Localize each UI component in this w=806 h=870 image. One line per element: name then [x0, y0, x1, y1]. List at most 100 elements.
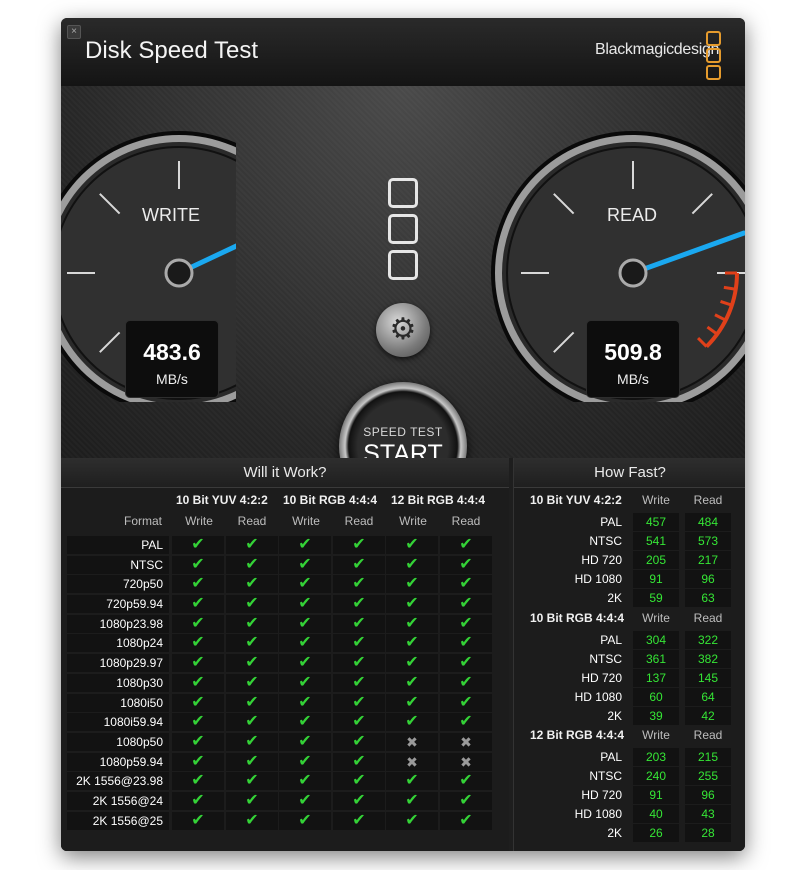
checkmark-icon: ✔ — [440, 595, 492, 614]
checkmark-icon: ✔ — [386, 673, 438, 692]
checkmark-icon: ✔ — [279, 595, 331, 614]
table-row: 1080p29.97 ✔ ✔ ✔ ✔ ✔ ✔ — [67, 653, 493, 673]
checkmark-icon: ✔ — [172, 791, 224, 810]
redline-tick — [723, 285, 736, 291]
hf-write-value: 91 — [633, 786, 679, 804]
hf-write-value: 203 — [633, 748, 679, 766]
write-readout: 483.6 MB/s — [125, 320, 219, 398]
write-speed-value: 483.6 — [143, 339, 201, 365]
ww-group-header: 10 Bit RGB 4:4:4 — [283, 493, 378, 507]
cross-icon: ✖ — [386, 752, 438, 771]
hf-read-value: 382 — [685, 650, 731, 668]
checkmark-icon: ✔ — [440, 791, 492, 810]
checkmark-icon: ✔ — [172, 595, 224, 614]
table-row: 1080p59.94 ✔ ✔ ✔ ✔ ✖ ✖ — [67, 752, 493, 772]
table-row: 720p50 ✔ ✔ ✔ ✔ ✔ ✔ — [67, 574, 493, 594]
checkmark-icon: ✔ — [226, 673, 278, 692]
checkmark-icon: ✔ — [386, 654, 438, 673]
ww-subheader: Read — [344, 514, 374, 528]
format-label: PAL — [67, 536, 169, 554]
checkmark-icon: ✔ — [226, 772, 278, 791]
hf-row-label: NTSC — [589, 769, 622, 783]
gauge-panel: WRITE 483.6 MB/s ⚙ SPEED TEST START READ… — [61, 86, 745, 510]
checkmark-icon: ✔ — [333, 614, 385, 633]
how-fast-header: How Fast? — [514, 458, 745, 488]
checkmark-icon: ✔ — [172, 673, 224, 692]
start-button-caption: SPEED TEST — [363, 425, 443, 439]
checkmark-icon: ✔ — [440, 693, 492, 712]
checkmark-icon: ✔ — [226, 634, 278, 653]
table-row: 2K 1556@23.98 ✔ ✔ ✔ ✔ ✔ ✔ — [67, 771, 493, 791]
table-row: 2K 1556@25 ✔ ✔ ✔ ✔ ✔ ✔ — [67, 811, 493, 831]
app-window: × Disk Speed Test Blackmagicdesign WRITE… — [61, 18, 745, 851]
checkmark-icon: ✔ — [333, 791, 385, 810]
ww-format-header: Format — [124, 514, 163, 528]
format-label: 1080p59.94 — [67, 752, 169, 771]
checkmark-icon: ✔ — [386, 555, 438, 574]
checkmark-icon: ✔ — [279, 752, 331, 771]
hf-write-value: 304 — [633, 631, 679, 649]
checkmark-icon: ✔ — [333, 536, 385, 554]
checkmark-icon: ✔ — [172, 634, 224, 653]
hf-read-value: 64 — [685, 688, 731, 706]
checkmark-icon: ✔ — [279, 614, 331, 633]
format-label: 1080p50 — [67, 732, 169, 751]
checkmark-icon: ✔ — [279, 673, 331, 692]
checkmark-icon: ✔ — [226, 614, 278, 633]
checkmark-icon: ✔ — [440, 713, 492, 732]
write-gauge-label: WRITE — [142, 205, 200, 225]
checkmark-icon: ✔ — [279, 536, 331, 554]
checkmark-icon: ✔ — [172, 732, 224, 751]
gauge-hub — [164, 258, 194, 288]
hf-row-label: HD 1080 — [574, 807, 622, 821]
hf-row-label: 2K — [607, 591, 622, 605]
hf-write-value: 361 — [633, 650, 679, 668]
checkmark-icon: ✔ — [440, 536, 492, 554]
checkmark-icon: ✔ — [279, 555, 331, 574]
settings-button[interactable]: ⚙ — [376, 303, 430, 357]
hf-read-value: 145 — [685, 669, 731, 687]
ww-subheader: Read — [237, 514, 267, 528]
format-label: 2K 1556@25 — [67, 811, 169, 830]
hf-row-label: PAL — [600, 515, 622, 529]
hf-write-value: 40 — [633, 805, 679, 823]
checkmark-icon: ✔ — [226, 595, 278, 614]
checkmark-icon: ✔ — [386, 772, 438, 791]
checkmark-icon: ✔ — [386, 575, 438, 594]
hf-read-value: 43 — [685, 805, 731, 823]
checkmark-icon: ✔ — [333, 673, 385, 692]
checkmark-icon: ✔ — [172, 752, 224, 771]
hf-read-value: 63 — [685, 589, 731, 607]
hf-write-value: 91 — [633, 570, 679, 588]
checkmark-icon: ✔ — [333, 811, 385, 830]
hf-column-header: Write — [642, 728, 670, 742]
checkmark-icon: ✔ — [440, 673, 492, 692]
checkmark-icon: ✔ — [172, 713, 224, 732]
hf-write-value: 26 — [633, 824, 679, 842]
hf-row-label: NTSC — [589, 534, 622, 548]
hf-column-header: Read — [693, 611, 723, 625]
format-label: 1080p23.98 — [67, 614, 169, 633]
checkmark-icon: ✔ — [226, 791, 278, 810]
checkmark-icon: ✔ — [333, 752, 385, 771]
hf-row-label: 2K — [607, 826, 622, 840]
checkmark-icon: ✔ — [226, 713, 278, 732]
ww-subheader: Write — [399, 514, 427, 528]
hf-row-label: HD 720 — [581, 553, 622, 567]
hf-read-value: 215 — [685, 748, 731, 766]
table-row: PAL ✔ ✔ ✔ ✔ ✔ ✔ — [67, 535, 493, 555]
brand-name: Blackmagicdesign — [595, 41, 720, 58]
results-area: Will it Work? 10 Bit YUV 4:2:2 10 Bit RG… — [61, 458, 745, 851]
checkmark-icon: ✔ — [279, 811, 331, 830]
hf-read-value: 255 — [685, 767, 731, 785]
checkmark-icon: ✔ — [172, 555, 224, 574]
checkmark-icon: ✔ — [226, 811, 278, 830]
will-it-work-header: Will it Work? — [61, 458, 509, 488]
hf-read-value: 96 — [685, 570, 731, 588]
checkmark-icon: ✔ — [386, 614, 438, 633]
checkmark-icon: ✔ — [440, 634, 492, 653]
format-label: 720p50 — [67, 575, 169, 594]
close-button[interactable]: × — [67, 25, 81, 39]
hf-write-value: 205 — [633, 551, 679, 569]
checkmark-icon: ✔ — [172, 614, 224, 633]
